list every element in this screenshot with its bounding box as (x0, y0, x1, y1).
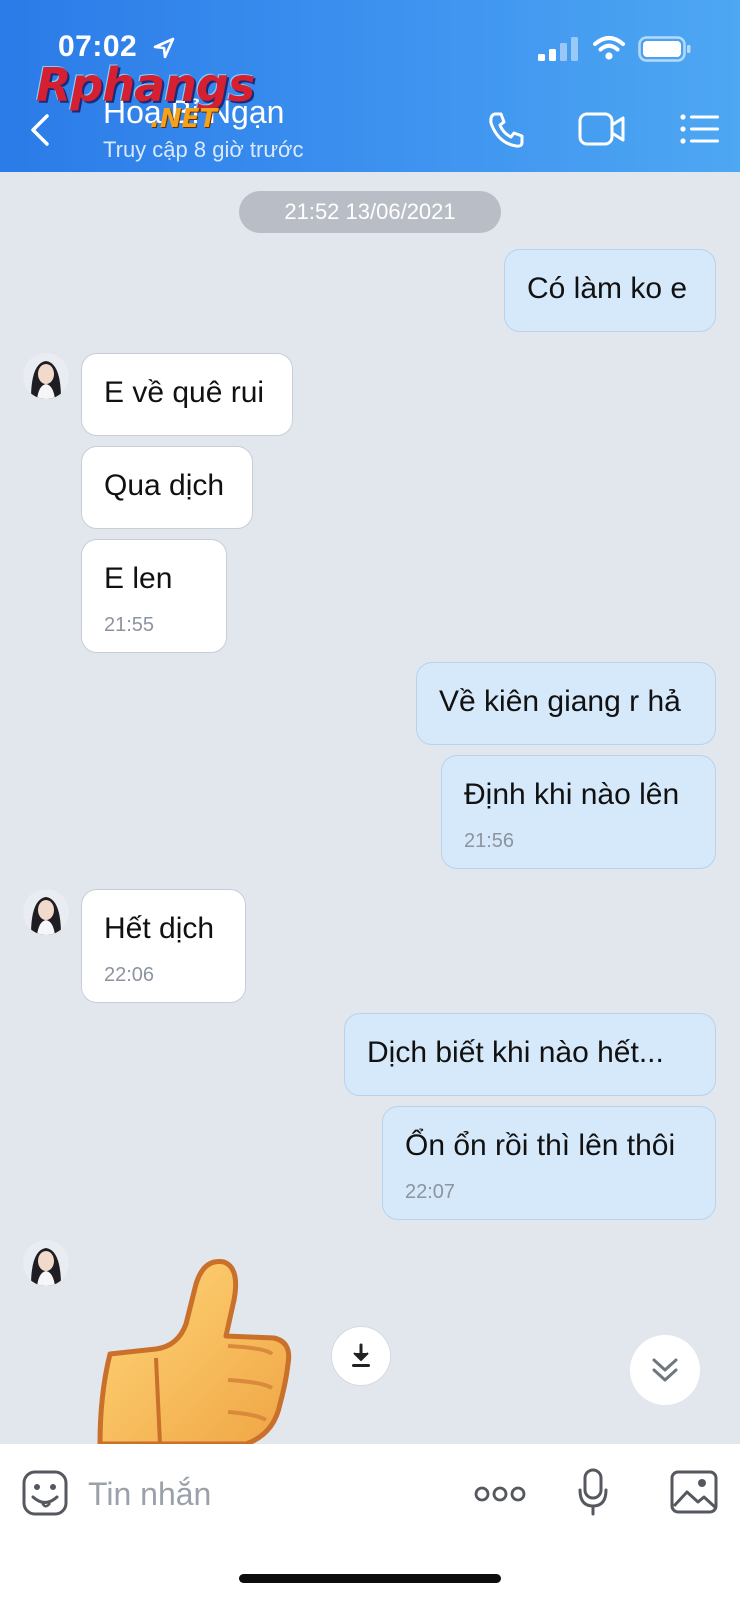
status-time: 07:02 (58, 30, 138, 63)
contact-avatar[interactable] (23, 1240, 69, 1286)
battery-icon (638, 36, 691, 62)
contact-avatar[interactable] (23, 889, 69, 935)
message-bubble-incoming[interactable]: E về quê rui (81, 353, 293, 436)
phone-call-icon[interactable] (486, 110, 526, 150)
wifi-icon (593, 36, 625, 60)
download-button[interactable] (331, 1326, 391, 1386)
double-chevron-down-icon (652, 1358, 678, 1382)
date-separator: 21:52 13/06/2021 (239, 191, 501, 233)
message-bubble-outgoing[interactable]: Dịch biết khi nào hết... (344, 1013, 716, 1096)
microphone-icon[interactable] (578, 1468, 608, 1516)
emoji-sticker-icon[interactable] (22, 1470, 68, 1516)
back-chevron-icon[interactable] (28, 114, 52, 146)
message-text: Qua dịch (104, 469, 225, 502)
message-text: Định khi nào lên (464, 778, 680, 811)
message-time: 21:55 (104, 614, 155, 636)
message-text: E len (104, 562, 173, 595)
list-menu-icon[interactable] (680, 114, 720, 144)
message-text: Hết dịch (104, 912, 215, 945)
download-arrow-icon (352, 1343, 370, 1367)
home-indicator (239, 1574, 501, 1583)
message-text: Dịch biết khi nào hết... (367, 1036, 664, 1069)
message-time: 22:06 (104, 964, 155, 986)
scroll-to-bottom-button[interactable] (630, 1335, 700, 1405)
message-bubble-outgoing[interactable]: Về kiên giang r hả (416, 662, 716, 745)
contact-name[interactable]: Hoa Bỉ Ngạn (103, 94, 284, 131)
cellular-signal-icon (538, 37, 578, 61)
message-bubble-incoming[interactable]: E len 21:55 (81, 539, 227, 653)
thumbs-up-sticker-icon[interactable] (96, 1254, 296, 1444)
message-input[interactable] (88, 1466, 428, 1522)
message-time: 21:56 (464, 830, 515, 852)
contact-last-seen: Truy cập 8 giờ trước (103, 137, 304, 162)
message-bubble-incoming[interactable]: Qua dịch (81, 446, 253, 529)
message-text: Có làm ko e (527, 272, 688, 305)
video-call-icon[interactable] (578, 112, 626, 146)
location-arrow-icon (153, 37, 175, 59)
more-options-icon[interactable] (474, 1484, 526, 1504)
message-bubble-outgoing[interactable]: Ổn ổn rồi thì lên thôi 22:07 (382, 1106, 716, 1220)
message-text: E về quê rui (104, 376, 265, 409)
message-bubble-outgoing[interactable]: Định khi nào lên 21:56 (441, 755, 716, 869)
image-gallery-icon[interactable] (670, 1470, 718, 1514)
message-bubble-outgoing[interactable]: Có làm ko e (504, 249, 716, 332)
contact-avatar[interactable] (23, 353, 69, 399)
message-text: Về kiên giang r hả (439, 685, 681, 718)
message-time: 22:07 (405, 1181, 456, 1203)
message-text: Ổn ổn rồi thì lên thôi (405, 1129, 676, 1162)
message-bubble-incoming[interactable]: Hết dịch 22:06 (81, 889, 246, 1003)
chat-header: 07:02 Hoa Bỉ Ngạn Truy cập 8 giờ trước R… (0, 0, 740, 172)
